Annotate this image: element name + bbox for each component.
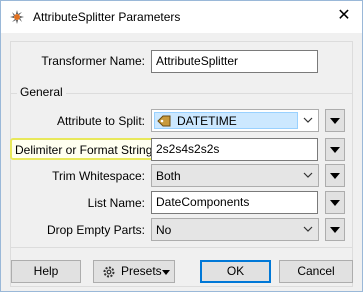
delimiter-menu-button[interactable] xyxy=(325,138,345,161)
attribute-to-split-menu-button[interactable] xyxy=(325,109,345,132)
trim-whitespace-select[interactable]: Both xyxy=(151,164,319,187)
help-button[interactable]: Help xyxy=(11,260,81,283)
transformer-name-label: Transformer Name: xyxy=(41,54,145,68)
chevron-down-icon xyxy=(303,226,313,232)
presets-button[interactable]: Presets xyxy=(93,260,175,283)
dropdown-triangle-icon xyxy=(330,173,340,179)
close-icon[interactable]: ✕ xyxy=(331,5,357,27)
dropdown-triangle-icon xyxy=(330,147,340,153)
attribute-to-split-label: Attribute to Split: xyxy=(56,114,145,128)
ok-button[interactable]: OK xyxy=(200,260,271,283)
cancel-button-label: Cancel xyxy=(297,264,335,278)
window-title: AttributeSplitter Parameters xyxy=(33,10,181,24)
general-group-label: General xyxy=(17,85,66,99)
attribute-to-split-select[interactable]: DATETIME xyxy=(151,109,319,132)
attribute-to-split-value: DATETIME xyxy=(177,114,237,128)
gear-icon xyxy=(103,266,115,278)
list-name-value: DateComponents xyxy=(156,195,250,209)
help-button-label: Help xyxy=(33,264,59,278)
transformer-name-input[interactable]: AttributeSplitter xyxy=(151,50,318,73)
dropdown-triangle-icon xyxy=(330,118,340,124)
list-name-label: List Name: xyxy=(87,196,145,210)
dropdown-triangle-icon xyxy=(162,270,170,275)
trim-whitespace-menu-button[interactable] xyxy=(325,164,345,187)
dialog-window: AttributeSplitter Parameters ✕ Transform… xyxy=(0,0,363,292)
delimiter-label: Delimiter or Format String: xyxy=(15,143,156,157)
attribute-tag-icon xyxy=(157,115,171,127)
ok-button-label: OK xyxy=(226,264,245,278)
drop-empty-parts-menu-button[interactable] xyxy=(325,218,345,241)
drop-empty-parts-value: No xyxy=(156,223,172,237)
trim-whitespace-label: Trim Whitespace: xyxy=(52,169,145,183)
chevron-down-icon xyxy=(303,117,313,123)
list-name-menu-button[interactable] xyxy=(325,191,345,214)
drop-empty-parts-label: Drop Empty Parts: xyxy=(46,223,145,237)
cancel-button[interactable]: Cancel xyxy=(279,260,353,283)
drop-empty-parts-select[interactable]: No xyxy=(151,218,319,241)
chevron-down-icon xyxy=(303,172,313,178)
delimiter-input[interactable]: 2s2s4s2s2s xyxy=(151,138,318,161)
title-bar: AttributeSplitter Parameters ✕ xyxy=(1,1,362,33)
dropdown-triangle-icon xyxy=(330,200,340,206)
delimiter-value: 2s2s4s2s2s xyxy=(156,142,220,156)
list-name-input[interactable]: DateComponents xyxy=(151,191,318,214)
attribute-selection-highlight: DATETIME xyxy=(154,112,298,129)
presets-button-label: Presets xyxy=(121,264,162,278)
dropdown-triangle-icon xyxy=(330,227,340,233)
fme-workbench-icon xyxy=(10,10,24,24)
trim-whitespace-value: Both xyxy=(156,169,181,183)
transformer-name-value: AttributeSplitter xyxy=(156,54,239,68)
